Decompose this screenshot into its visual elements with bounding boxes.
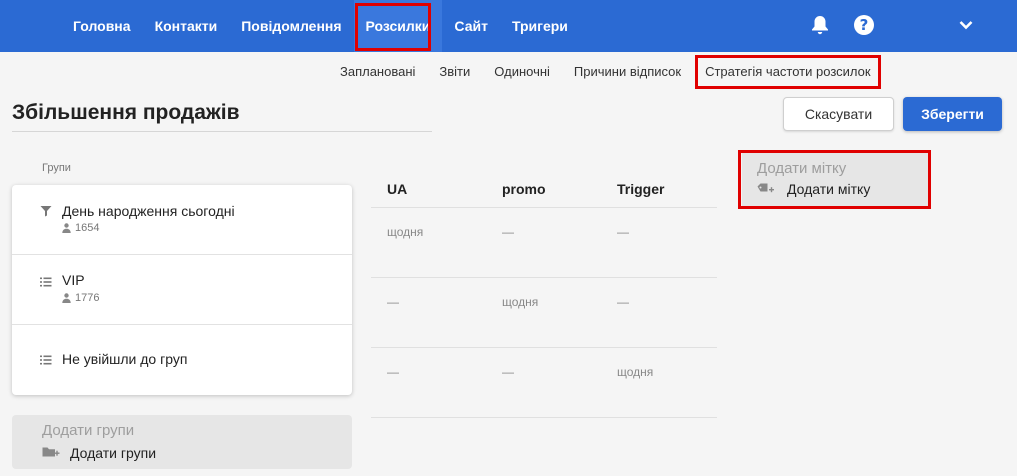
subnav-single[interactable]: Одиночні bbox=[482, 64, 562, 79]
frequency-matrix: UA promo Trigger щодня — — — щодня — — —… bbox=[371, 170, 717, 418]
cancel-button[interactable]: Скасувати bbox=[783, 97, 894, 131]
help-symbol: ? bbox=[854, 15, 874, 35]
subnav-reports[interactable]: Звіти bbox=[427, 64, 482, 79]
chevron-down-icon[interactable] bbox=[955, 14, 977, 36]
groups-label: Групи bbox=[42, 162, 71, 174]
matrix-column-header: promo bbox=[502, 181, 546, 197]
subnav-unsubscribe-reasons[interactable]: Причини відписок bbox=[562, 64, 693, 79]
group-row-vip[interactable]: VIP 1776 bbox=[12, 255, 352, 325]
add-tag-field[interactable]: Додати мітку Додати мітку bbox=[742, 153, 928, 207]
group-row-ungrouped[interactable]: Не увійшли до груп bbox=[12, 325, 352, 395]
matrix-row: щодня — — bbox=[371, 208, 717, 278]
group-name: День народження сьогодні bbox=[62, 203, 235, 219]
list-icon bbox=[40, 355, 52, 365]
bell-icon[interactable] bbox=[809, 14, 831, 36]
subnav-scheduled[interactable]: Заплановані bbox=[328, 64, 427, 79]
group-name: VIP bbox=[62, 272, 85, 288]
group-row-birthday[interactable]: День народження сьогодні 1654 bbox=[12, 185, 352, 255]
add-tag-label: Додати мітку bbox=[787, 181, 871, 197]
help-icon[interactable]: ? bbox=[853, 14, 875, 36]
matrix-cell[interactable]: — bbox=[387, 295, 399, 309]
group-count: 1776 bbox=[62, 292, 99, 304]
matrix-row: — щодня — bbox=[371, 278, 717, 348]
add-tag-button[interactable]: Додати мітку bbox=[757, 181, 870, 197]
title-underline bbox=[12, 131, 432, 132]
add-groups-field[interactable]: Додати групи Додати групи bbox=[12, 415, 352, 469]
matrix-header: UA promo Trigger bbox=[371, 170, 717, 208]
matrix-cell[interactable]: щодня bbox=[502, 295, 538, 309]
page-title[interactable]: Збільшення продажів bbox=[12, 101, 240, 125]
matrix-row: — — щодня bbox=[371, 348, 717, 418]
matrix-cell[interactable]: — bbox=[502, 365, 514, 379]
group-count-value: 1654 bbox=[75, 222, 100, 234]
add-tag-icon bbox=[757, 183, 774, 193]
add-tag-hint: Додати мітку bbox=[757, 160, 847, 177]
nav-mailings[interactable]: Розсилки bbox=[353, 0, 443, 52]
sub-navigation: Заплановані Звіти Одиночні Причини відпи… bbox=[328, 54, 882, 89]
matrix-cell[interactable]: — bbox=[502, 225, 514, 239]
nav-site[interactable]: Сайт bbox=[442, 0, 500, 52]
top-navigation-bar: Головна Контакти Повідомлення Розсилки С… bbox=[0, 0, 1017, 52]
add-groups-hint: Додати групи bbox=[42, 422, 135, 439]
groups-list: День народження сьогодні 1654 VIP 1776 Н… bbox=[12, 185, 352, 395]
matrix-cell[interactable]: — bbox=[617, 295, 629, 309]
list-icon bbox=[40, 277, 52, 287]
matrix-cell[interactable]: щодня bbox=[617, 365, 653, 379]
add-group-icon bbox=[42, 447, 60, 457]
subnav-frequency-strategy[interactable]: Стратегія частоти розсилок bbox=[695, 54, 882, 89]
person-icon bbox=[62, 293, 71, 303]
group-count: 1654 bbox=[62, 222, 99, 234]
matrix-column-header: UA bbox=[387, 181, 408, 197]
add-groups-label: Додати групи bbox=[70, 445, 157, 461]
filter-icon bbox=[40, 206, 52, 217]
matrix-cell[interactable]: щодня bbox=[387, 225, 423, 239]
matrix-cell[interactable]: — bbox=[387, 365, 399, 379]
nav-contacts[interactable]: Контакти bbox=[143, 0, 230, 52]
group-name: Не увійшли до груп bbox=[62, 351, 188, 367]
nav-messages[interactable]: Повідомлення bbox=[229, 0, 353, 52]
save-button[interactable]: Зберегти bbox=[903, 97, 1002, 131]
add-groups-button[interactable]: Додати групи bbox=[42, 445, 156, 461]
nav-home[interactable]: Головна bbox=[61, 0, 143, 52]
main-nav: Головна Контакти Повідомлення Розсилки С… bbox=[61, 0, 580, 52]
matrix-column-header: Trigger bbox=[617, 181, 665, 197]
matrix-cell[interactable]: — bbox=[617, 225, 629, 239]
nav-triggers[interactable]: Тригери bbox=[500, 0, 580, 52]
person-icon bbox=[62, 223, 71, 233]
group-count-value: 1776 bbox=[75, 292, 100, 304]
